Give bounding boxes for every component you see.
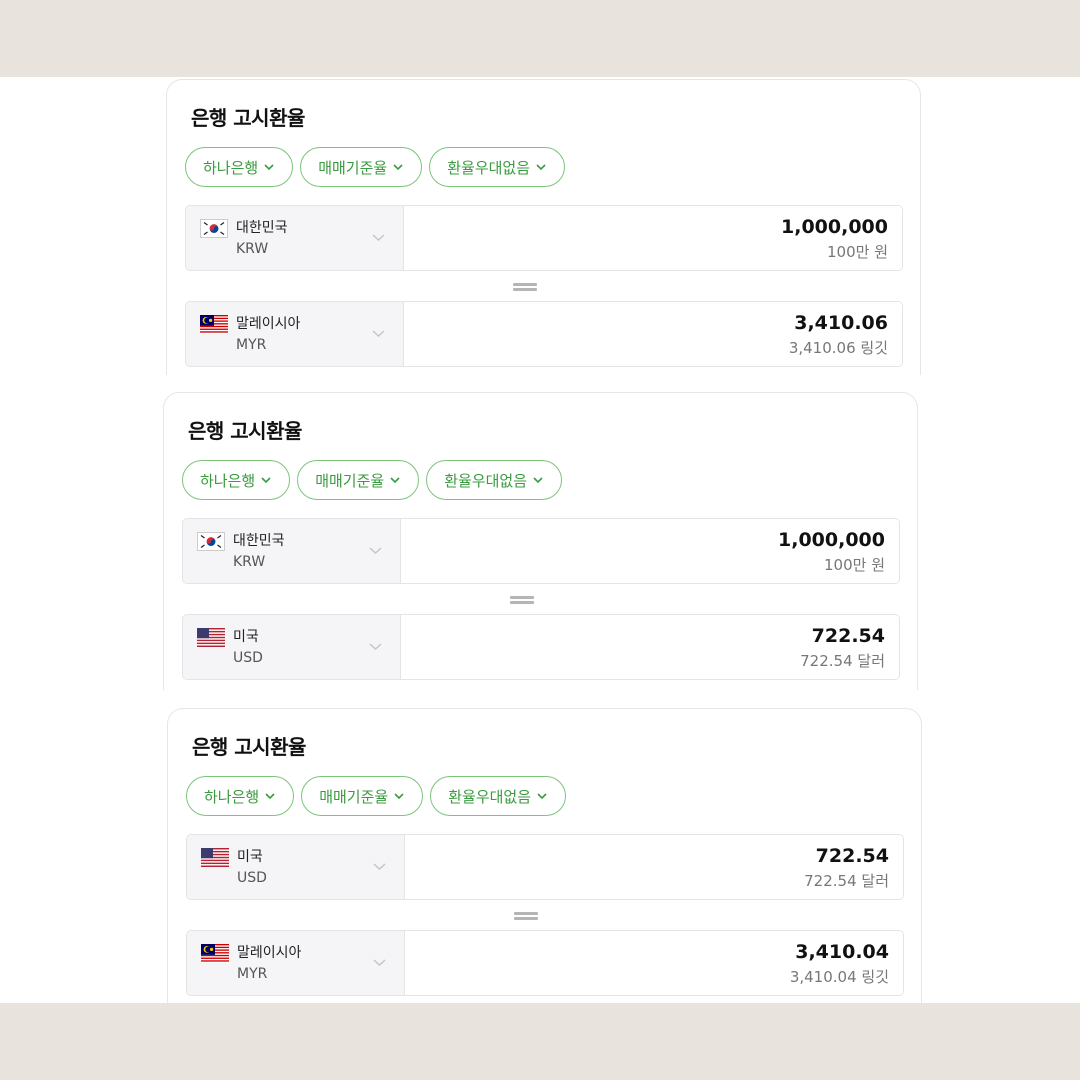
bank-filter-label: 하나은행 [200, 471, 256, 490]
equals-icon [510, 596, 534, 604]
filter-chips: 하나은행 매매기준율 환율우대없음 [186, 776, 567, 816]
rate-type-filter-label: 매매기준율 [315, 471, 385, 490]
bank-filter-label: 하나은행 [204, 787, 260, 806]
to-currency-row: 말레이시아 MYR 3,410.04 3,410.04 링깃 [186, 930, 904, 996]
equals-icon [514, 912, 538, 920]
currency-name: 말레이시아 [237, 945, 302, 961]
to-currency-select[interactable]: 말레이시아 MYR [186, 302, 404, 366]
from-currency-row: 대한민국 KRW 1,000,000 100만 원 [185, 205, 903, 271]
bank-filter-button[interactable]: 하나은행 [185, 147, 294, 187]
to-currency-select[interactable]: 말레이시아 MYR [187, 931, 405, 995]
currency-name: 미국 [233, 629, 259, 645]
exchange-rate-card-1: 은행 고시환율 하나은행 매매기준율 환율우대없음 대한민국 KRW 1,000… [166, 79, 921, 375]
currency-name: 미국 [237, 849, 263, 865]
to-currency-row: 말레이시아 MYR 3,410.06 3,410.06 링깃 [185, 301, 903, 367]
currency-name: 말레이시아 [236, 316, 301, 332]
discount-filter-button[interactable]: 환율우대없음 [426, 460, 563, 500]
chevron-down-icon [372, 234, 385, 241]
to-amount-output[interactable]: 3,410.06 3,410.06 링깃 [404, 302, 902, 366]
from-currency-select[interactable]: 미국 USD [187, 835, 405, 899]
to-amount-output[interactable]: 3,410.04 3,410.04 링깃 [405, 931, 903, 995]
amount-text: 100만 원 [827, 243, 888, 261]
card-title: 은행 고시환율 [192, 735, 306, 759]
discount-filter-button[interactable]: 환율우대없음 [430, 776, 567, 816]
malaysia-flag-icon [200, 315, 228, 334]
chevron-down-icon [369, 643, 382, 650]
to-currency-select[interactable]: 미국 USD [183, 615, 401, 679]
chevron-down-icon [537, 793, 547, 800]
amount-value: 3,410.06 [794, 312, 888, 334]
from-amount-input[interactable]: 722.54 722.54 달러 [405, 835, 903, 899]
currency-code: KRW [236, 241, 269, 257]
currency-code: KRW [233, 554, 266, 570]
currency-code: USD [233, 650, 263, 666]
chevron-down-icon [394, 793, 404, 800]
from-currency-select[interactable]: 대한민국 KRW [186, 206, 404, 270]
chevron-down-icon [373, 863, 386, 870]
exchange-rate-card-3: 은행 고시환율 하나은행 매매기준율 환율우대없음 미국 USD 722.54 … [167, 708, 922, 1003]
equals-icon [513, 283, 537, 291]
chevron-down-icon [390, 477, 400, 484]
rate-type-filter-button[interactable]: 매매기준율 [301, 776, 424, 816]
south-korea-flag-icon [197, 532, 225, 551]
chevron-down-icon [261, 477, 271, 484]
south-korea-flag-icon [200, 219, 228, 238]
chevron-down-icon [393, 164, 403, 171]
amount-value: 722.54 [811, 625, 885, 647]
from-amount-input[interactable]: 1,000,000 100만 원 [404, 206, 902, 270]
amount-value: 1,000,000 [781, 216, 888, 238]
usa-flag-icon [201, 848, 229, 867]
malaysia-flag-icon [201, 944, 229, 963]
chevron-down-icon [373, 959, 386, 966]
amount-text: 722.54 달러 [800, 652, 885, 670]
currency-name: 대한민국 [233, 533, 285, 549]
currency-code: USD [237, 870, 267, 886]
amount-value: 3,410.04 [795, 941, 889, 963]
rate-type-filter-label: 매매기준율 [318, 158, 388, 177]
from-currency-row: 미국 USD 722.54 722.54 달러 [186, 834, 904, 900]
currency-name: 대한민국 [236, 220, 288, 236]
bank-filter-button[interactable]: 하나은행 [186, 776, 295, 816]
chevron-down-icon [265, 793, 275, 800]
amount-value: 722.54 [815, 845, 889, 867]
to-amount-output[interactable]: 722.54 722.54 달러 [401, 615, 899, 679]
from-currency-row: 대한민국 KRW 1,000,000 100만 원 [182, 518, 900, 584]
from-amount-input[interactable]: 1,000,000 100만 원 [401, 519, 899, 583]
discount-filter-label: 환율우대없음 [444, 471, 528, 490]
amount-text: 3,410.04 링깃 [789, 968, 889, 986]
chevron-down-icon [536, 164, 546, 171]
chevron-down-icon [533, 477, 543, 484]
chevron-down-icon [264, 164, 274, 171]
to-currency-row: 미국 USD 722.54 722.54 달러 [182, 614, 900, 680]
amount-text: 3,410.06 링깃 [788, 339, 888, 357]
discount-filter-label: 환율우대없음 [448, 787, 532, 806]
rate-type-filter-label: 매매기준율 [319, 787, 389, 806]
bank-filter-button[interactable]: 하나은행 [182, 460, 291, 500]
card-title: 은행 고시환율 [188, 419, 302, 443]
currency-code: MYR [236, 337, 267, 353]
filter-chips: 하나은행 매매기준율 환율우대없음 [182, 460, 563, 500]
discount-filter-label: 환율우대없음 [447, 158, 531, 177]
chevron-down-icon [369, 547, 382, 554]
filter-chips: 하나은행 매매기준율 환율우대없음 [185, 147, 566, 187]
amount-value: 1,000,000 [778, 529, 885, 551]
card-title: 은행 고시환율 [191, 106, 305, 130]
exchange-rate-card-2: 은행 고시환율 하나은행 매매기준율 환율우대없음 대한민국 KRW 1,000… [163, 392, 918, 690]
chevron-down-icon [372, 330, 385, 337]
rate-type-filter-button[interactable]: 매매기준율 [300, 147, 423, 187]
amount-text: 100만 원 [824, 556, 885, 574]
rate-type-filter-button[interactable]: 매매기준율 [297, 460, 420, 500]
usa-flag-icon [197, 628, 225, 647]
bank-filter-label: 하나은행 [203, 158, 259, 177]
amount-text: 722.54 달러 [804, 872, 889, 890]
from-currency-select[interactable]: 대한민국 KRW [183, 519, 401, 583]
discount-filter-button[interactable]: 환율우대없음 [429, 147, 566, 187]
currency-code: MYR [237, 966, 268, 982]
